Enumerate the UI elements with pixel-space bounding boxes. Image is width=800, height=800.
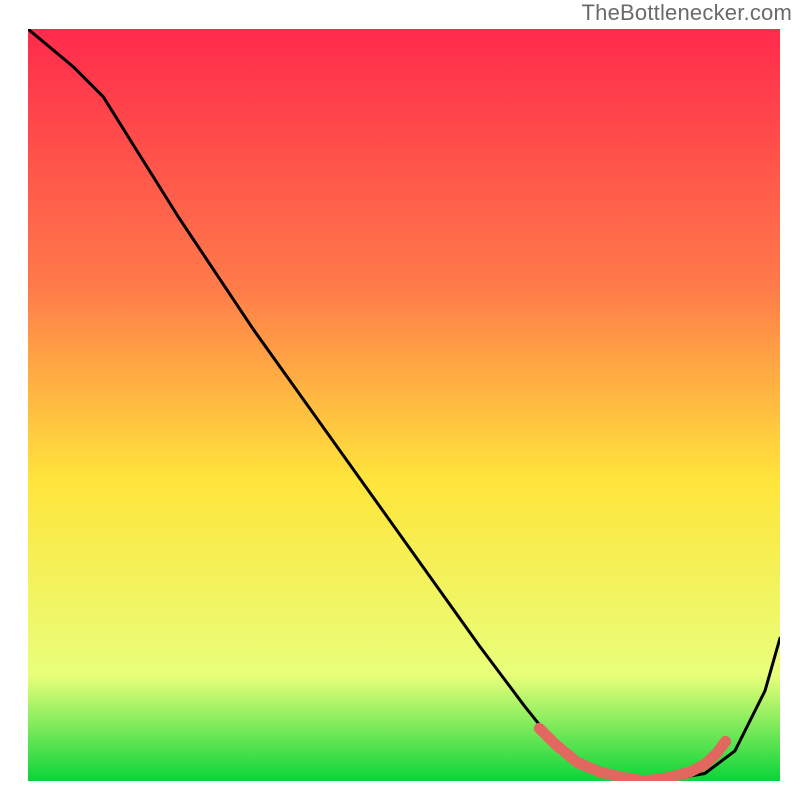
- highlight-dash: [566, 753, 574, 759]
- attribution-text: TheBottlenecker.com: [582, 0, 792, 26]
- gradient-background: [28, 29, 780, 781]
- highlight-dash: [722, 741, 726, 746]
- chart-wrapper: TheBottlenecker.com: [0, 0, 800, 800]
- chart-svg: [28, 29, 780, 781]
- chart-plot-area: [28, 29, 780, 781]
- highlight-dash: [554, 743, 562, 749]
